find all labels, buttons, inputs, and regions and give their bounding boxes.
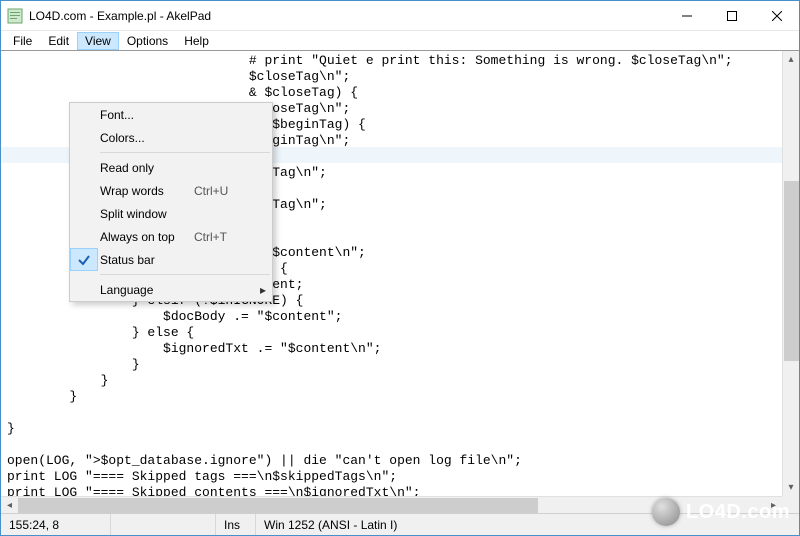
menu-item-label: Read only [98,161,194,175]
menubar: FileEditViewOptionsHelp [1,31,799,51]
menu-item-wrap-words[interactable]: Wrap wordsCtrl+U [70,179,272,202]
menu-item-accelerator: Ctrl+T [194,230,254,244]
menu-item-status-bar[interactable]: Status bar [70,248,272,271]
globe-icon [652,498,680,526]
menu-help[interactable]: Help [176,32,217,50]
menu-item-read-only[interactable]: Read only [70,156,272,179]
menu-item-label: Split window [98,207,194,221]
menu-item-always-on-top[interactable]: Always on topCtrl+T [70,225,272,248]
horizontal-scroll-thumb[interactable] [18,498,538,513]
status-insert-mode[interactable]: Ins [216,514,256,535]
status-position: 155:24, 8 [1,514,111,535]
menu-separator [100,152,270,153]
window-title: LO4D.com - Example.pl - AkelPad [29,9,664,23]
menu-item-label: Colors... [98,131,194,145]
editor-area[interactable]: # print "Quiet e print this: Something i… [1,51,799,513]
check-icon [70,278,98,301]
check-icon [70,248,98,271]
titlebar: LO4D.com - Example.pl - AkelPad [1,1,799,31]
maximize-button[interactable] [709,1,754,30]
menu-separator [100,274,270,275]
window-controls [664,1,799,30]
check-icon [70,103,98,126]
minimize-button[interactable] [664,1,709,30]
menu-item-label: Language [98,283,194,297]
status-modified [111,514,216,535]
vertical-scrollbar[interactable]: ▴ ▾ [782,51,799,496]
menu-item-colors[interactable]: Colors... [70,126,272,149]
scroll-up-arrow[interactable]: ▴ [783,51,799,68]
check-icon [70,202,98,225]
check-icon [70,156,98,179]
menu-item-label: Wrap words [98,184,194,198]
menu-item-label: Font... [98,108,194,122]
menu-item-language[interactable]: Language ▸ [70,278,272,301]
menu-item-label: Always on top [98,230,194,244]
watermark-text: LO4D.com [686,501,790,524]
submenu-arrow-icon: ▸ [254,283,272,297]
scroll-down-arrow[interactable]: ▾ [783,479,799,496]
view-menu-dropdown: Font...Colors...Read onlyWrap wordsCtrl+… [69,102,273,302]
menu-edit[interactable]: Edit [40,32,77,50]
menu-file[interactable]: File [5,32,40,50]
check-icon [70,179,98,202]
menu-item-label: Status bar [98,253,194,267]
menu-view[interactable]: View [77,32,119,50]
check-icon [70,126,98,149]
app-icon [7,8,23,24]
close-button[interactable] [754,1,799,30]
vertical-scroll-thumb[interactable] [784,181,799,361]
menu-item-font[interactable]: Font... [70,103,272,126]
app-window: LO4D.com - Example.pl - AkelPad FileEdit… [0,0,800,536]
watermark: LO4D.com [652,498,790,526]
menu-options[interactable]: Options [119,32,176,50]
scroll-left-arrow[interactable]: ◂ [1,497,18,513]
menu-item-split-window[interactable]: Split window [70,202,272,225]
menu-item-accelerator: Ctrl+U [194,184,254,198]
check-icon [70,225,98,248]
